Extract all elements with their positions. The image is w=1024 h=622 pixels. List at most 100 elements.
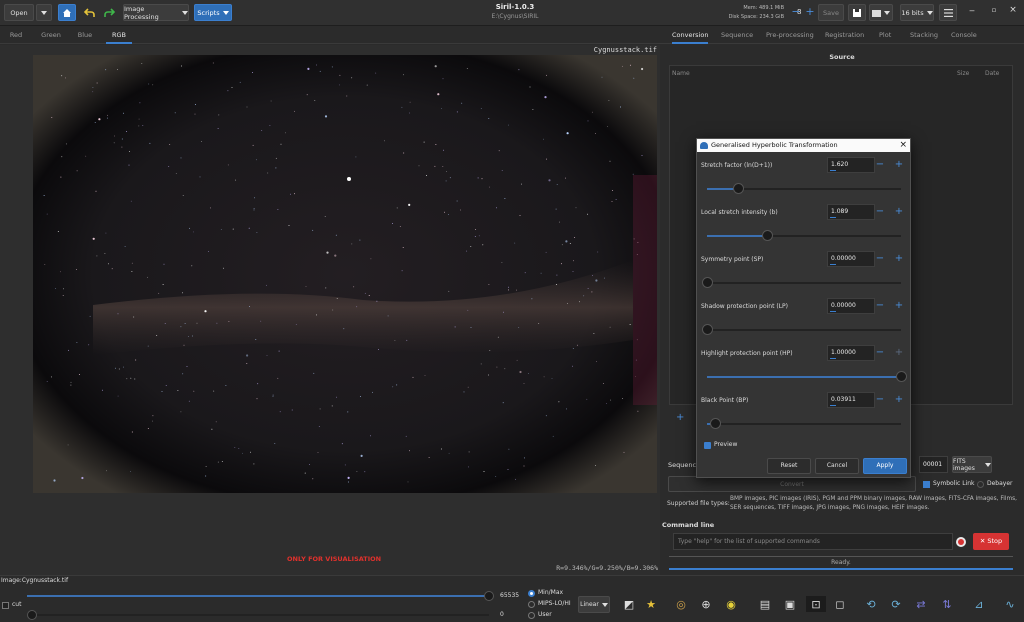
close-button[interactable]: × — [1007, 5, 1019, 17]
photometry-icon[interactable]: ◎ — [673, 596, 689, 612]
slider-handle[interactable] — [733, 183, 745, 194]
increment-button[interactable]: + — [893, 347, 905, 359]
convert-button[interactable]: Convert — [668, 476, 916, 492]
rotate-right-icon[interactable]: ⟳ — [888, 596, 904, 612]
stop-button[interactable]: ✕ Stop — [973, 533, 1009, 550]
zoom-100-icon[interactable]: ◻ — [832, 596, 848, 612]
negative-view-icon[interactable]: ◩ — [621, 596, 637, 612]
reset-button[interactable]: Reset — [767, 458, 811, 474]
mirror-x-icon[interactable]: ⇄ — [913, 596, 929, 612]
minimize-button[interactable]: ‒ — [966, 6, 978, 18]
target-icon[interactable]: ◉ — [723, 596, 739, 612]
image-processing-menu[interactable]: Image Processing — [123, 4, 189, 21]
param-value-input[interactable]: 0.00000 — [827, 298, 875, 314]
param-value-input[interactable]: 1.620 — [827, 157, 875, 173]
output-format-select[interactable]: FITS images — [952, 456, 992, 473]
recent-dropdown-button[interactable] — [36, 4, 52, 21]
high-slider-handle[interactable] — [484, 591, 494, 601]
histogram-view-icon[interactable]: ▤ — [757, 596, 773, 612]
tab-stacking[interactable]: Stacking — [910, 27, 938, 44]
tab-blue[interactable]: Blue — [74, 27, 96, 44]
param-slider[interactable] — [702, 324, 901, 335]
tab-conversion[interactable]: Conversion — [672, 27, 709, 44]
annotation-icon[interactable]: ▣ — [782, 596, 798, 612]
slider-handle[interactable] — [896, 371, 907, 382]
statistics-icon[interactable]: ⊿ — [971, 596, 987, 612]
param-slider[interactable] — [707, 418, 901, 429]
threads-minus-button[interactable]: − — [789, 5, 803, 20]
tab-green[interactable]: Green — [38, 27, 64, 44]
tab-rgb[interactable]: RGB — [106, 27, 132, 44]
minmax-radio[interactable] — [528, 590, 535, 597]
preview-checkbox[interactable] — [704, 442, 711, 449]
grid-globe-icon[interactable]: ⊕ — [698, 596, 714, 612]
save-as-button[interactable] — [848, 4, 866, 21]
increment-button[interactable]: + — [893, 206, 905, 218]
curve-icon[interactable]: ∿ — [1002, 596, 1018, 612]
high-slider-track[interactable] — [27, 595, 489, 597]
decrement-button[interactable]: − — [874, 394, 886, 406]
home-button[interactable] — [58, 4, 76, 21]
decrement-button[interactable]: − — [874, 159, 886, 171]
param-value-input[interactable]: 0.03911 — [827, 392, 875, 408]
mirror-y-icon[interactable]: ⇅ — [939, 596, 955, 612]
param-slider[interactable] — [707, 230, 901, 241]
column-name[interactable]: Name — [672, 70, 690, 77]
column-size[interactable]: Size — [957, 70, 969, 77]
mips-radio[interactable] — [528, 601, 535, 608]
image-viewer[interactable]: Cygnusstack.tif ONLY FOR VISUALISATION R… — [0, 45, 660, 575]
low-slider-handle[interactable] — [27, 610, 37, 620]
bit-depth-menu[interactable]: 16 bits — [900, 4, 934, 21]
increment-button[interactable]: + — [893, 159, 905, 171]
increment-button[interactable]: + — [893, 394, 905, 406]
param-value-input[interactable]: 1.089 — [827, 204, 875, 220]
param-value-input[interactable]: 1.00000 — [827, 345, 875, 361]
rotate-left-icon[interactable]: ⟲ — [863, 596, 879, 612]
tab-red[interactable]: Red — [6, 27, 26, 44]
slider-handle[interactable] — [762, 230, 774, 241]
tab-sequence[interactable]: Sequence — [721, 27, 753, 44]
command-input[interactable]: Type "help" for the list of supported co… — [673, 533, 953, 550]
increment-button[interactable]: + — [893, 253, 905, 265]
decrement-button[interactable]: − — [874, 347, 886, 359]
clear-command-button[interactable] — [956, 537, 966, 547]
column-date[interactable]: Date — [985, 70, 999, 77]
threads-plus-button[interactable]: + — [803, 5, 817, 20]
param-slider[interactable] — [707, 183, 901, 194]
slider-handle[interactable] — [709, 418, 721, 429]
increment-button[interactable]: + — [893, 300, 905, 312]
undo-button[interactable] — [80, 4, 98, 21]
apply-button[interactable]: Apply — [863, 458, 907, 474]
sequence-number-input[interactable]: 00001 — [919, 456, 948, 473]
add-files-button[interactable]: + — [676, 412, 684, 423]
cancel-button[interactable]: Cancel — [815, 458, 859, 474]
symbolic-link-checkbox[interactable] — [923, 481, 930, 488]
tab-console[interactable]: Console — [951, 27, 977, 44]
zoom-fit-icon[interactable]: ⊡ — [806, 596, 826, 612]
decrement-button[interactable]: − — [874, 206, 886, 218]
param-slider[interactable] — [702, 277, 901, 288]
scripts-menu[interactable]: Scripts — [194, 4, 232, 21]
open-button[interactable]: Open — [4, 4, 34, 21]
scale-select[interactable]: Linear — [578, 596, 610, 613]
tab-registration[interactable]: Registration — [825, 27, 864, 44]
cut-checkbox[interactable] — [2, 602, 9, 609]
param-slider[interactable] — [707, 371, 907, 382]
maximize-button[interactable]: ▫ — [988, 6, 1000, 18]
dialog-close-button[interactable]: × — [899, 139, 907, 152]
redo-button[interactable] — [100, 4, 118, 21]
slider-handle[interactable] — [702, 324, 713, 335]
decrement-button[interactable]: − — [874, 253, 886, 265]
snapshot-button[interactable] — [869, 4, 893, 21]
decrement-button[interactable]: − — [874, 300, 886, 312]
slider-handle[interactable] — [702, 277, 713, 288]
param-value-input[interactable]: 0.00000 — [827, 251, 875, 267]
tab-plot[interactable]: Plot — [879, 27, 891, 44]
debayer-checkbox[interactable] — [977, 481, 984, 488]
save-button[interactable]: Save — [818, 4, 844, 21]
user-radio[interactable] — [528, 612, 535, 619]
main-menu-button[interactable] — [939, 4, 957, 21]
tab-preprocessing[interactable]: Pre-processing — [766, 27, 814, 44]
false-color-icon[interactable]: ★ — [643, 596, 659, 612]
low-slider-track[interactable] — [27, 614, 489, 616]
